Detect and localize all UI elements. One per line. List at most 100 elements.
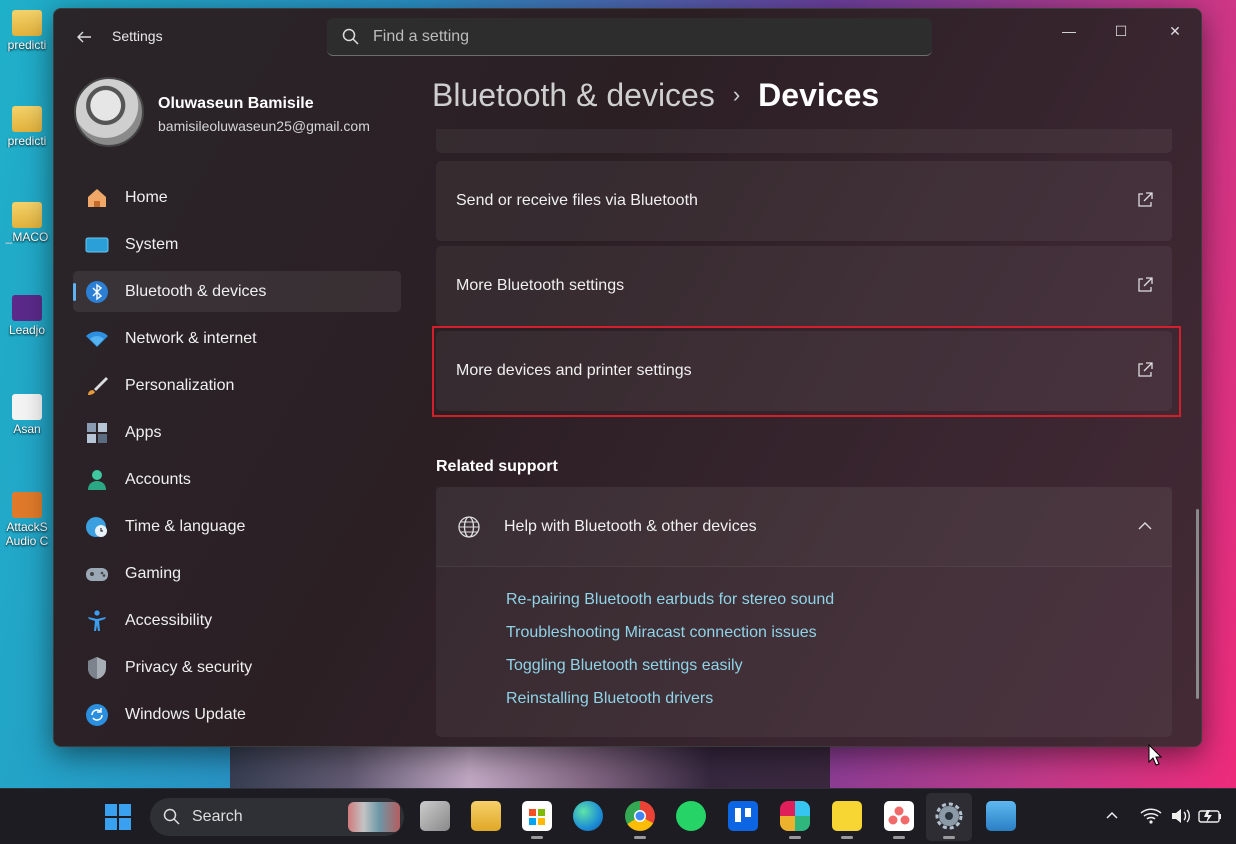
gamepad-icon [85, 562, 109, 586]
sidebar-item-label: Network & internet [125, 329, 257, 347]
volume-icon[interactable] [1170, 807, 1192, 830]
sidebar-item-network[interactable]: Network & internet [73, 318, 401, 359]
whatsapp-icon[interactable] [676, 801, 706, 831]
support-link-reinstalling-drivers[interactable]: Reinstalling Bluetooth drivers [506, 690, 834, 708]
profile-name: Oluwaseun Bamisile [158, 95, 314, 112]
desktop-icon-asana[interactable]: Asan [0, 394, 54, 436]
sidebar-item-windows-update[interactable]: Windows Update [73, 694, 401, 735]
sidebar-item-label: Bluetooth & devices [125, 282, 267, 300]
open-external-icon [1138, 192, 1153, 207]
sidebar-item-label: Windows Update [125, 705, 246, 723]
folder-icon [12, 106, 42, 132]
remote-desktop-icon[interactable] [986, 801, 1016, 831]
more-devices-printer-settings-row[interactable]: More devices and printer settings [436, 331, 1172, 411]
user-profile[interactable]: Oluwaseun Bamisile bamisileoluwaseun25@g… [74, 77, 404, 149]
sidebar-item-apps[interactable]: Apps [73, 412, 401, 453]
shield-icon [85, 656, 109, 680]
sidebar-item-label: System [125, 235, 179, 253]
help-header-label: Help with Bluetooth & other devices [504, 517, 757, 535]
trello-icon[interactable] [728, 801, 758, 831]
breadcrumb-parent[interactable]: Bluetooth & devices [432, 77, 715, 113]
sidebar-item-label: Gaming [125, 564, 182, 582]
slack-icon[interactable] [780, 801, 810, 839]
bluetooth-icon [85, 280, 109, 304]
sidebar-item-label: Privacy & security [125, 658, 253, 676]
settings-gear-icon[interactable] [934, 801, 964, 839]
arrow-left-icon [77, 31, 91, 43]
sidebar-item-time-language[interactable]: Time & language [73, 506, 401, 547]
tray-chevron-icon[interactable] [1104, 807, 1120, 828]
search-highlight-image [348, 802, 400, 832]
desktop-icon-maco[interactable]: _MACO [0, 202, 54, 244]
minimize-button[interactable]: — [1046, 15, 1092, 47]
battery-icon[interactable] [1198, 807, 1222, 830]
sidebar-item-label: Apps [125, 423, 162, 441]
sidebar-item-bluetooth[interactable]: Bluetooth & devices [73, 271, 401, 312]
support-link-miracast[interactable]: Troubleshooting Miracast connection issu… [506, 624, 834, 642]
leadjo-app-icon [12, 295, 42, 321]
sidebar-item-label: Personalization [125, 376, 235, 394]
settings-search[interactable] [327, 18, 932, 56]
sidebar-item-system[interactable]: System [73, 224, 401, 265]
breadcrumb: Bluetooth & devices › Devices [432, 77, 879, 114]
profile-email: bamisileoluwaseun25@gmail.com [158, 118, 370, 134]
row-label: Send or receive files via Bluetooth [456, 192, 698, 209]
taskbar-search[interactable]: Search [150, 798, 404, 836]
desktop-icon-leadjo[interactable]: Leadjo [0, 295, 54, 337]
sidebar-item-accessibility[interactable]: Accessibility [73, 600, 401, 641]
sticky-notes-icon[interactable] [832, 801, 862, 839]
maximize-button[interactable]: ☐ [1098, 15, 1144, 47]
search-input[interactable] [373, 24, 913, 50]
close-button[interactable]: ✕ [1152, 15, 1198, 47]
desktop-icon-predicti-1[interactable]: predicti [0, 10, 54, 52]
task-view-icon[interactable] [420, 801, 450, 831]
page-title: Devices [758, 77, 880, 113]
related-support-card: Help with Bluetooth & other devices Re-p… [436, 487, 1172, 737]
wifi-icon [85, 327, 109, 351]
windows-start-icon[interactable] [104, 803, 132, 831]
app-title: Settings [112, 28, 163, 44]
sidebar-item-label: Accounts [125, 470, 191, 488]
globe-clock-icon [85, 515, 109, 539]
asana-icon[interactable] [884, 801, 914, 839]
file-explorer-icon[interactable] [471, 801, 501, 831]
chevron-up-icon[interactable] [1136, 517, 1154, 535]
help-bluetooth-expander[interactable]: Help with Bluetooth & other devices [436, 487, 1172, 567]
send-receive-files-row[interactable]: Send or receive files via Bluetooth [436, 161, 1172, 241]
brush-icon [85, 374, 109, 398]
previous-card-edge [436, 129, 1172, 153]
row-label: More Bluetooth settings [456, 277, 625, 294]
desktop-icon-predicti-2[interactable]: predicti [0, 106, 54, 148]
settings-window: Settings — ☐ ✕ Oluwaseun Bamisile bamisi… [53, 8, 1202, 747]
search-icon [163, 808, 180, 825]
more-bluetooth-settings-row[interactable]: More Bluetooth settings [436, 246, 1172, 326]
home-icon [85, 186, 109, 210]
chrome-icon[interactable] [625, 801, 655, 839]
wallpaper-art [230, 746, 830, 790]
sidebar-item-accounts[interactable]: Accounts [73, 459, 401, 500]
wifi-status-icon[interactable] [1140, 807, 1162, 830]
taskbar: Search [0, 788, 1236, 844]
avatar [74, 77, 144, 147]
sidebar-item-personalization[interactable]: Personalization [73, 365, 401, 406]
chevron-right-icon: › [732, 82, 741, 107]
accounts-icon [85, 468, 109, 492]
scrollbar[interactable] [1196, 509, 1199, 699]
sidebar-item-home[interactable]: Home [73, 177, 401, 218]
open-external-icon [1138, 277, 1153, 292]
taskbar-search-label: Search [192, 808, 243, 825]
sidebar-item-label: Home [125, 188, 168, 206]
support-link-repairing-earbuds[interactable]: Re-pairing Bluetooth earbuds for stereo … [506, 591, 834, 609]
sidebar-item-gaming[interactable]: Gaming [73, 553, 401, 594]
back-button[interactable] [72, 25, 96, 49]
sidebar-item-privacy-security[interactable]: Privacy & security [73, 647, 401, 688]
search-icon [342, 28, 359, 45]
support-link-toggling-bluetooth[interactable]: Toggling Bluetooth settings easily [506, 657, 834, 675]
desktop-icon-attacks[interactable]: AttackS Audio C [0, 492, 54, 548]
related-support-heading: Related support [436, 458, 558, 475]
edge-icon[interactable] [573, 801, 603, 831]
audio-app-icon [12, 492, 42, 518]
microsoft-store-icon[interactable] [522, 801, 552, 839]
sidebar-item-label: Time & language [125, 517, 246, 535]
system-icon [85, 233, 109, 257]
